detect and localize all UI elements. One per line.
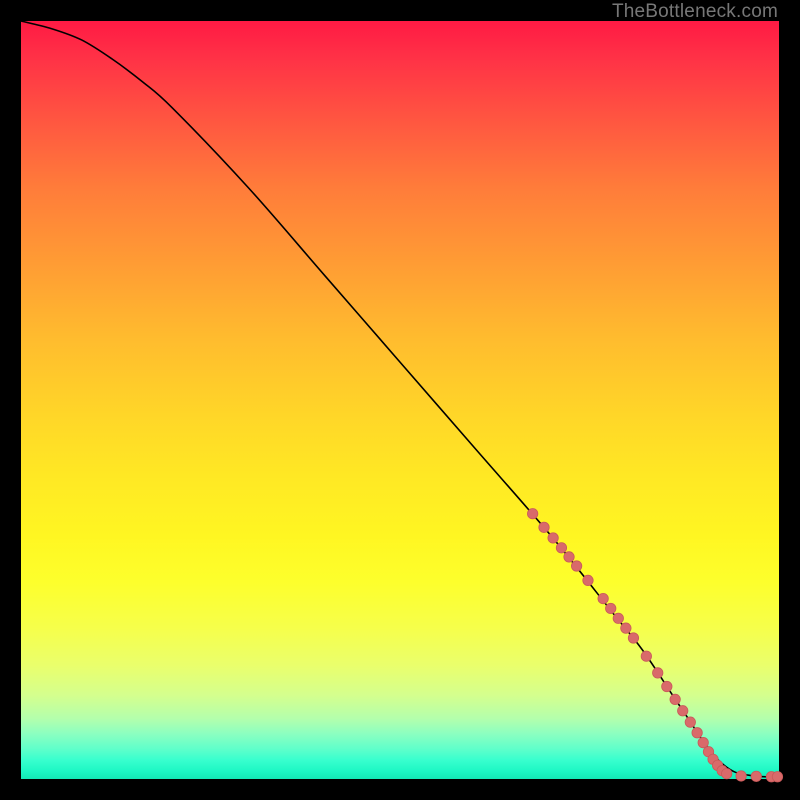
- curve-marker: [662, 681, 672, 691]
- curve-marker: [678, 706, 688, 716]
- curve-marker: [692, 728, 702, 738]
- curve-marker: [527, 509, 537, 519]
- watermark-text: TheBottleneck.com: [612, 1, 778, 23]
- curve-marker: [736, 771, 746, 781]
- curve-marker: [583, 575, 593, 585]
- curve-marker: [751, 771, 761, 781]
- curve-marker: [685, 717, 695, 727]
- curve-marker: [598, 593, 608, 603]
- curve-marker: [653, 668, 663, 678]
- curve-marker: [548, 533, 558, 543]
- curve-marker: [621, 623, 631, 633]
- curve-marker: [556, 543, 566, 553]
- curve-markers: [527, 509, 782, 782]
- curve-marker: [571, 561, 581, 571]
- curve-marker: [606, 603, 616, 613]
- curve-marker: [670, 694, 680, 704]
- curve-marker: [628, 633, 638, 643]
- curve-marker: [564, 552, 574, 562]
- curve-marker: [698, 737, 708, 747]
- curve-marker: [722, 768, 732, 778]
- curve-marker: [539, 522, 549, 532]
- curve-line: [21, 21, 779, 777]
- chart-svg: [21, 21, 779, 779]
- curve-marker: [641, 651, 651, 661]
- curve-marker: [613, 613, 623, 623]
- curve-marker: [772, 772, 782, 782]
